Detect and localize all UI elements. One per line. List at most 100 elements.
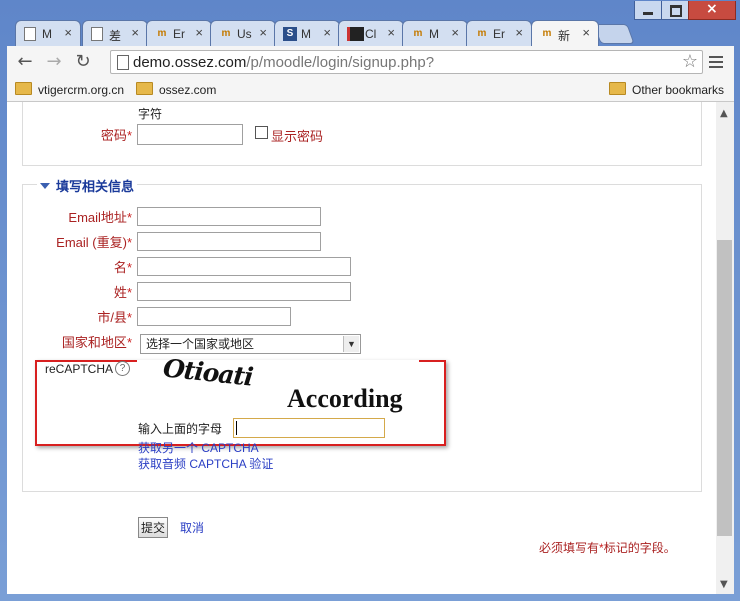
folder-icon <box>136 82 153 95</box>
tab-title: Er <box>493 27 505 41</box>
country-select-value: 选择一个国家或地区 <box>146 337 255 351</box>
tab-4[interactable]: m Us × <box>210 20 276 46</box>
tab-title: Er <box>173 27 185 41</box>
bookmark-ossez[interactable]: ossez.com <box>136 82 216 97</box>
country-label: 国家和地区* <box>61 335 132 350</box>
maximize-button[interactable] <box>661 1 689 20</box>
page-icon <box>91 27 103 41</box>
page-icon <box>24 27 36 41</box>
reload-icon: ↻ <box>75 51 91 72</box>
tab-7[interactable]: m M × <box>402 20 468 46</box>
tab-title: M <box>429 27 439 41</box>
required-mark: * <box>126 210 132 225</box>
lastname-input[interactable] <box>137 282 351 301</box>
tab-3[interactable]: m Er × <box>146 20 212 46</box>
firstname-input[interactable] <box>137 257 351 276</box>
folder-icon <box>609 82 626 95</box>
tab-6[interactable]: Cl × <box>338 20 404 46</box>
forward-arrow-icon: → <box>46 51 62 72</box>
captcha-image: Otioati According <box>137 353 419 418</box>
captcha-audio-link[interactable]: 获取音频 CAPTCHA 验证 <box>138 455 273 472</box>
bookmark-vtigercrm[interactable]: vtigercrm.org.cn <box>15 82 124 97</box>
bookmark-star-icon[interactable]: ☆ <box>682 51 698 72</box>
tab-2[interactable]: 差 × <box>82 20 148 46</box>
minimize-button[interactable] <box>634 1 662 20</box>
close-icon: × <box>706 1 718 17</box>
captcha-word-2: According <box>287 384 403 413</box>
tab-close-icon[interactable]: × <box>515 25 523 40</box>
country-select[interactable]: 选择一个国家或地区 ▼ <box>140 334 361 354</box>
text-cursor <box>236 421 237 435</box>
tab-title: M <box>301 27 311 41</box>
url-path: /p/moodle/login/signup.php? <box>246 54 435 71</box>
toolbar: ← → ↻ demo.ossez.com/p/moodle/login/sign… <box>7 46 734 78</box>
tab-close-icon[interactable]: × <box>64 25 72 40</box>
tab-5[interactable]: S M × <box>274 20 340 46</box>
maximize-icon <box>670 5 682 17</box>
page-icon <box>117 55 129 70</box>
tab-title: Cl <box>365 27 377 41</box>
required-mark: * <box>126 285 132 300</box>
show-password-checkbox[interactable] <box>255 126 268 139</box>
other-bookmarks[interactable]: Other bookmarks <box>609 82 724 97</box>
url-text: demo.ossez.com/p/moodle/login/signup.php… <box>133 54 434 71</box>
window-close-button[interactable]: × <box>688 1 736 20</box>
tab-close-icon[interactable]: × <box>259 25 267 40</box>
tab-close-icon[interactable]: × <box>582 25 590 40</box>
tab-title: Us <box>237 27 252 41</box>
required-mark: * <box>126 128 132 143</box>
address-bar[interactable]: demo.ossez.com/p/moodle/login/signup.php… <box>110 50 703 74</box>
back-button[interactable]: ← <box>13 50 37 74</box>
other-bookmarks-label: Other bookmarks <box>632 83 725 97</box>
tab-8[interactable]: m Er × <box>466 20 532 46</box>
moodle-icon: m <box>413 28 423 39</box>
recaptcha-label: reCAPTCHA <box>45 362 114 376</box>
captcha-input[interactable] <box>233 418 385 438</box>
tab-close-icon[interactable]: × <box>323 25 331 40</box>
vertical-scrollbar[interactable]: ▲ ▼ <box>716 102 734 594</box>
tab-1[interactable]: M × <box>15 20 81 46</box>
password-label: 密码* <box>100 128 132 143</box>
tab-title: 差 <box>109 29 122 43</box>
tab-close-icon[interactable]: × <box>387 25 395 40</box>
bookmarks-bar: vtigercrm.org.cn ossez.com Other bookmar… <box>7 78 734 102</box>
show-password-label: 显示密码 <box>271 129 324 144</box>
email2-input[interactable] <box>137 232 321 251</box>
help-icon[interactable]: ? <box>115 361 130 376</box>
tab-close-icon[interactable]: × <box>195 25 203 40</box>
tab-close-icon[interactable]: × <box>451 25 459 40</box>
city-input[interactable] <box>137 307 291 326</box>
scroll-down-icon[interactable]: ▼ <box>720 579 728 590</box>
submit-button[interactable]: 提交 <box>138 517 169 538</box>
required-mark: * <box>126 335 132 350</box>
captcha-word-1: Otioati <box>161 353 255 392</box>
moodle-icon: m <box>157 28 167 39</box>
password-input[interactable] <box>137 124 243 145</box>
s-icon: S <box>283 27 297 41</box>
email-label: Email地址* <box>68 210 132 225</box>
captcha-another-link[interactable]: 获取另一个 CAPTCHA <box>138 439 259 456</box>
scroll-up-icon[interactable]: ▲ <box>720 108 728 119</box>
collapse-triangle-icon <box>40 183 50 189</box>
tab-9[interactable]: m 新 × <box>531 20 599 46</box>
reload-button[interactable]: ↻ <box>71 50 95 74</box>
email2-label: Email (重复)* <box>56 235 132 250</box>
captcha-prompt: 输入上面的字母 <box>138 422 223 436</box>
required-mark: * <box>126 235 132 250</box>
section-legend[interactable]: 填写相关信息 <box>37 176 138 195</box>
back-arrow-icon: ← <box>17 51 33 72</box>
email-input[interactable] <box>137 207 321 226</box>
tab-title: M <box>42 27 52 41</box>
tab-title: 新 <box>558 29 571 43</box>
scrollbar-thumb[interactable] <box>717 240 732 536</box>
page-content: 字符 密码* 显示密码 填写相关信息 Email地址* Email (重复)* … <box>7 102 716 594</box>
tab-close-icon[interactable]: × <box>131 25 139 40</box>
folder-icon <box>15 82 32 95</box>
cancel-link[interactable]: 取消 <box>180 519 204 536</box>
firstname-label: 名* <box>113 260 132 275</box>
menu-button[interactable] <box>709 56 723 71</box>
new-tab-button[interactable] <box>593 24 635 44</box>
forward-button[interactable]: → <box>42 50 66 74</box>
city-label: 市/县* <box>97 310 132 325</box>
moodle-icon: m <box>221 28 231 39</box>
